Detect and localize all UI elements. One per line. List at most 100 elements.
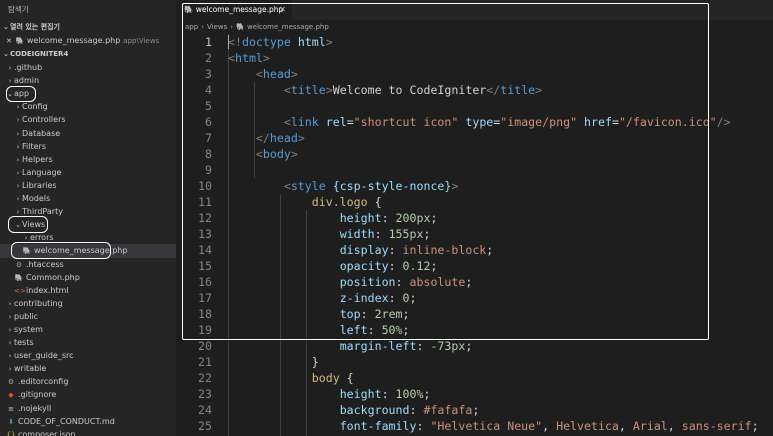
code-line[interactable]: 1 <!doctype html> (176, 34, 773, 50)
code-line[interactable]: 2 <html> (176, 50, 773, 66)
tree-item[interactable]: › user_guide_src (0, 349, 176, 362)
tree-item-label: app (14, 89, 30, 99)
tree-item[interactable]: › Database (0, 127, 176, 140)
close-icon[interactable]: ✕ (6, 37, 12, 45)
code-token: html (234, 51, 263, 65)
tree-item-label: welcome_message.php (34, 246, 128, 256)
editor-area: 🐘 welcome_message.php ✕ app › Views › 🐘 welc… (176, 0, 773, 436)
tree-item[interactable]: ⚙ .htaccess (0, 258, 176, 271)
tree-item-label: Libraries (22, 180, 57, 190)
tree-item-label: composer.json (18, 429, 76, 436)
tree-item[interactable]: › Libraries (0, 179, 176, 192)
code-line[interactable]: 24 background: #fafafa; (176, 402, 773, 418)
tree-item[interactable]: ≡ .nojekyll (0, 402, 176, 415)
code-token: 2rem (374, 307, 403, 321)
code-line[interactable]: 23 height: 100%; (176, 386, 773, 402)
tree-item[interactable]: › Language (0, 166, 176, 179)
tree-item[interactable]: › system (0, 323, 176, 336)
tree-item[interactable]: ⚙ .editorconfig (0, 375, 176, 388)
breadcrumb-item[interactable]: welcome_message.php (247, 23, 329, 31)
tree-item[interactable]: ⌄Views (0, 218, 176, 231)
tree-item-label: .editorconfig (18, 377, 69, 387)
code-token: : (409, 403, 424, 417)
code-token: ; (751, 419, 759, 433)
tree-item[interactable]: <>index.html (0, 284, 176, 297)
code-line[interactable]: 16 position: absolute; (176, 274, 773, 290)
tree-item-label: Database (22, 128, 61, 138)
tree-item[interactable]: 🐘 Common.php (0, 271, 176, 284)
chevron-down-icon: ⌄ (3, 50, 9, 59)
tree-item[interactable]: 🐘 welcome_message.php (0, 244, 176, 258)
code-line[interactable]: 17 z-index: 0; (176, 290, 773, 306)
code-line[interactable]: 10 <style {csp-style-nonce}> (176, 178, 773, 194)
code-line[interactable]: 20 margin-left: -73px; (176, 338, 773, 354)
code-token: > (262, 51, 270, 65)
tree-item-label: .gitignore (18, 390, 57, 400)
code-token: head (269, 131, 298, 145)
code-line[interactable]: 6 <link rel="shortcut icon" type="image/… (176, 114, 773, 130)
code-token: ; (423, 387, 431, 401)
tree-item[interactable]: › Filters (0, 140, 176, 153)
tree-item[interactable]: › .github (0, 61, 176, 74)
code-line[interactable]: 25 font-family: "Helvetica Neue", Helvet… (176, 418, 773, 434)
code-line[interactable]: 15 opacity: 0.12; (176, 258, 773, 274)
code-line[interactable]: 12 height: 200px; (176, 210, 773, 226)
code-line[interactable]: 21 } (176, 354, 773, 370)
tree-item-label: Config (22, 102, 48, 112)
close-icon[interactable]: ✕ (279, 0, 286, 20)
code-text: <head> (228, 66, 298, 82)
code-line[interactable]: 7 </head> (176, 130, 773, 146)
code-line[interactable]: 13 width: 155px; (176, 226, 773, 242)
code-token: 0.12 (402, 259, 431, 273)
breadcrumb-item[interactable]: app (185, 23, 198, 31)
code-line[interactable]: 8 <body> (176, 146, 773, 162)
tree-item[interactable]: › contributing (0, 297, 176, 310)
code-line[interactable]: 14 display: inline-block; (176, 242, 773, 258)
tree-item-label: errors (30, 233, 54, 243)
code-line[interactable]: 9 (176, 162, 773, 178)
tree-item[interactable]: › Config (0, 100, 176, 113)
open-editors-header[interactable]: ⌄열려 있는 편집기 (0, 20, 176, 34)
code-line[interactable]: 3 <head> (176, 66, 773, 82)
project-header[interactable]: ⌄CODEIGNITER4 (0, 47, 176, 61)
code-line[interactable]: 11 div.logo { (176, 194, 773, 210)
tab-welcome-message[interactable]: 🐘 welcome_message.php ✕ (176, 0, 292, 20)
tree-item[interactable]: › ThirdParty (0, 205, 176, 218)
code-token: "Helvetica Neue" (430, 419, 543, 433)
code-text: left: 50%; (228, 322, 410, 338)
code-editor[interactable]: 1 <!doctype html> 2 <html> 3 <head> 4 <title>… (176, 34, 773, 434)
line-number: 25 (198, 419, 212, 433)
tree-item[interactable]: › tests (0, 336, 176, 349)
tree-item[interactable]: › errors (0, 231, 176, 244)
tree-item[interactable]: › Models (0, 192, 176, 205)
tree-item[interactable]: {} composer.json (0, 428, 176, 436)
breadcrumb-item[interactable]: Views (207, 23, 227, 31)
code-line[interactable]: 4 <title>Welcome to CodeIgniter</title> (176, 82, 773, 98)
tree-item[interactable]: › admin (0, 74, 176, 87)
code-token: ; (430, 211, 438, 225)
code-line[interactable]: 22 body { (176, 370, 773, 386)
tree-item[interactable]: ⌄app (0, 87, 176, 100)
tab-label: welcome_message.php (195, 5, 284, 14)
tree-item[interactable]: › Helpers (0, 153, 176, 166)
code-token: < (283, 179, 291, 193)
tree-item[interactable]: › Controllers (0, 113, 176, 126)
code-line[interactable]: 18 top: 2rem; (176, 306, 773, 322)
code-line[interactable]: 19 left: 50%; (176, 322, 773, 338)
tree-item-label: .github (14, 63, 43, 73)
code-line[interactable]: 5 (176, 98, 773, 114)
code-text: <style {csp-style-nonce}> (228, 178, 459, 194)
line-number: 11 (198, 195, 212, 209)
tree-item[interactable]: ◆ .gitignore (0, 388, 176, 401)
code-token: href (584, 115, 612, 129)
tree-item[interactable]: › writable (0, 362, 176, 375)
code-token: = (611, 115, 619, 129)
tree-item[interactable]: ⬇ CODE_OF_CONDUCT.md (0, 415, 176, 428)
open-editor-item[interactable]: ✕ 🐘 welcome_message.php app\Views (0, 34, 176, 47)
tree-item[interactable]: › public (0, 310, 176, 323)
